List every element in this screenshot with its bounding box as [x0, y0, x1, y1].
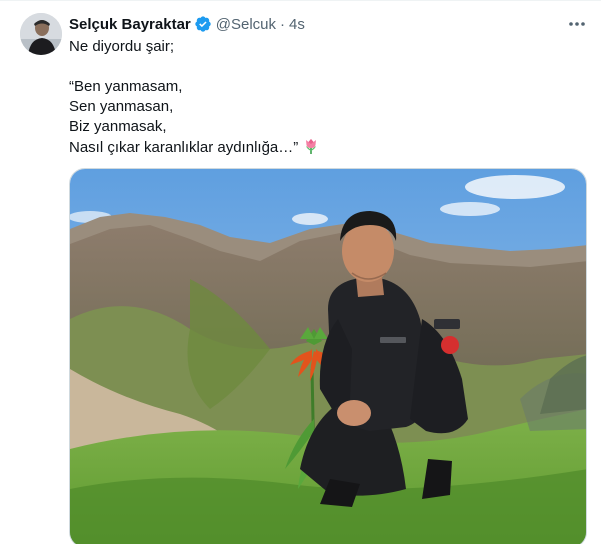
verified-badge-icon — [194, 15, 212, 33]
poem-line: “Ben yanmasam, — [69, 78, 183, 95]
timestamp[interactable]: 4s — [289, 16, 305, 33]
tweet[interactable]: Selçuk Bayraktar @Selcuk · 4s Ne diyordu… — [0, 0, 601, 544]
tweet-header: Selçuk Bayraktar @Selcuk · 4s — [69, 14, 305, 34]
poem-line: Sen yanmasan, — [69, 98, 174, 115]
divider — [0, 0, 601, 1]
mountain-landscape-photo-icon — [70, 169, 586, 544]
tweet-photo[interactable] — [69, 168, 587, 544]
poem-line-text: Nasıl çıkar karanlıklar aydınlığa…” — [69, 139, 299, 156]
poem-line: Biz yanmasak, — [69, 118, 167, 135]
tweet-text: Ne diyordu şair; “Ben yanmasam, Sen yanm… — [69, 37, 579, 157]
more-horizontal-icon — [569, 22, 585, 26]
person-avatar-icon — [20, 13, 62, 55]
tweet-intro: Ne diyordu şair; — [69, 38, 175, 55]
more-options-button[interactable] — [566, 14, 588, 34]
author-name[interactable]: Selçuk Bayraktar — [69, 16, 191, 33]
text-spacer — [69, 57, 579, 77]
avatar[interactable] — [20, 13, 62, 55]
author-handle[interactable]: @Selcuk — [216, 16, 276, 33]
poem-line-last: Nasıl çıkar karanlıklar aydınlığa…” — [69, 137, 579, 157]
separator-dot: · — [280, 15, 285, 33]
tulip-icon — [302, 137, 320, 155]
